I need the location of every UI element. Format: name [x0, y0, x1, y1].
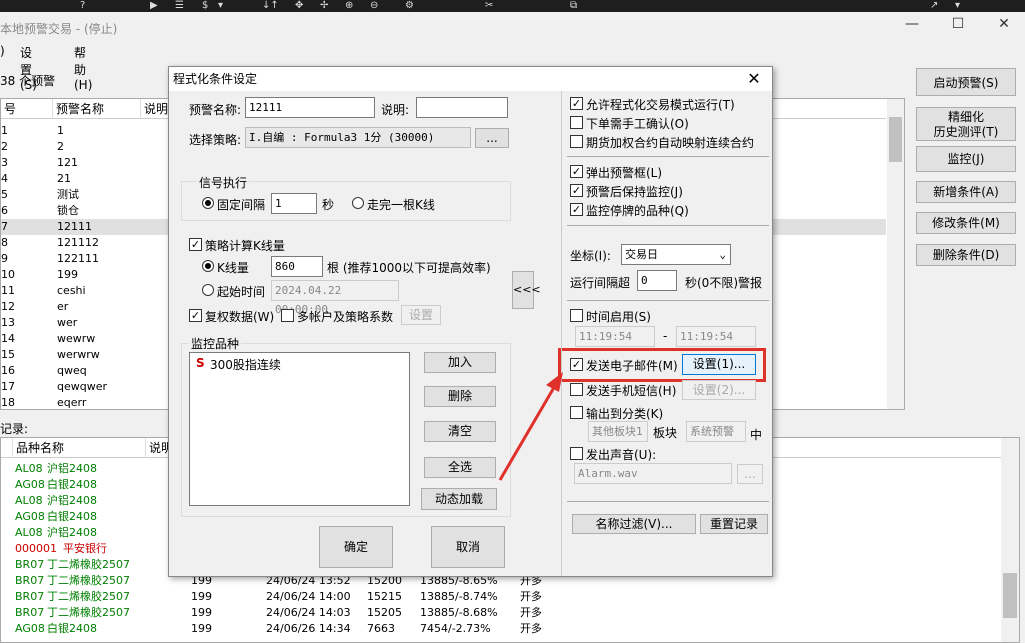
- arrow-shaft: [498, 383, 558, 481]
- annotation-arrow-icon: [498, 372, 563, 481]
- arrow-head: [546, 372, 563, 392]
